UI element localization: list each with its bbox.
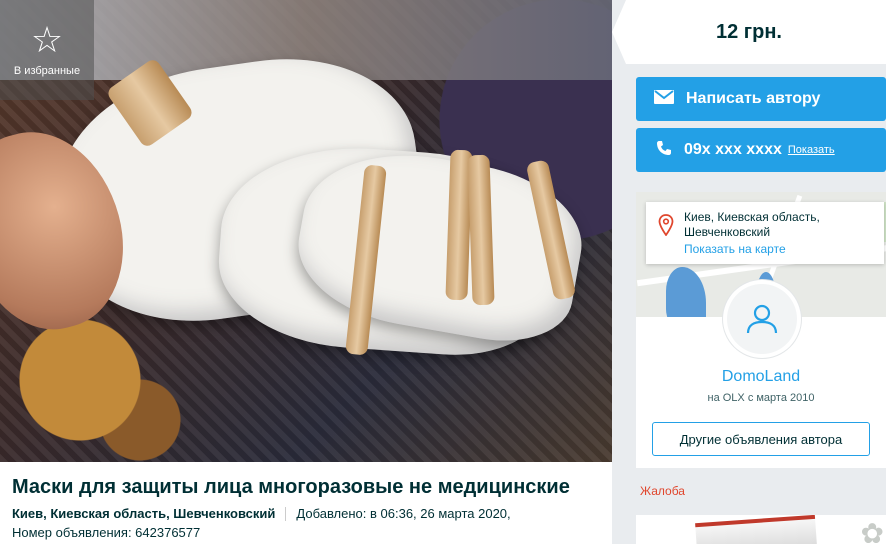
show-on-map-link[interactable]: Показать на карте [684, 242, 874, 256]
avatar[interactable] [723, 280, 801, 358]
ad-product-image [695, 515, 817, 544]
price-tag: 12 грн. [612, 0, 886, 64]
add-to-favorites-button[interactable]: ☆ В избранные [0, 0, 94, 100]
message-author-label: Написать автору [686, 90, 821, 107]
other-ads-button[interactable]: Другие объявления автора [652, 422, 870, 456]
listing-location[interactable]: Киев, Киевская область, Шевченковский [12, 506, 275, 521]
listing-ad-number: Номер объявления: 642376577 [12, 525, 201, 540]
seller-city-line1: Киев, Киевская область, [684, 210, 820, 224]
map-location-label: Киев, Киевская область, Шевченковский По… [646, 202, 884, 264]
seller-name-link[interactable]: DomoLand [636, 368, 886, 386]
favorites-label: В избранные [13, 65, 81, 77]
leaf-icon: ✿ [860, 518, 884, 544]
show-phone-button[interactable]: 09x xxx xxxx Показать [636, 128, 886, 172]
meta-divider [285, 506, 287, 521]
listing-meta: Киев, Киевская область, Шевченковский До… [12, 506, 600, 521]
show-phone-link[interactable]: Показать [788, 144, 835, 156]
sidebar: 12 грн. Написать автору 09x xxx xxxx Пок… [612, 0, 886, 544]
phone-number-masked: 09x xxx xxxx [684, 141, 782, 158]
phone-icon [656, 140, 672, 161]
listing-added-date: Добавлено: в 06:36, 26 марта 2020, [296, 506, 511, 521]
ad-banner[interactable]: ✿ [636, 515, 886, 544]
seller-city-line2: Шевченковский [684, 225, 771, 239]
price-value: 12 грн. [716, 20, 782, 43]
listing-title: Маски для защиты лица многоразовые не ме… [12, 476, 570, 498]
seller-card: Киев, Киевская область, Шевченковский По… [636, 192, 886, 468]
location-pin-icon [658, 214, 674, 239]
listing-header: Маски для защиты лица многоразовые не ме… [0, 462, 612, 544]
star-outline-icon: ☆ [30, 20, 64, 61]
envelope-icon [654, 89, 674, 109]
user-icon [727, 284, 797, 354]
complaint-link[interactable]: Жалоба [640, 484, 685, 498]
message-author-button[interactable]: Написать автору [636, 77, 886, 121]
seller-member-since: на OLX с марта 2010 [707, 392, 815, 404]
